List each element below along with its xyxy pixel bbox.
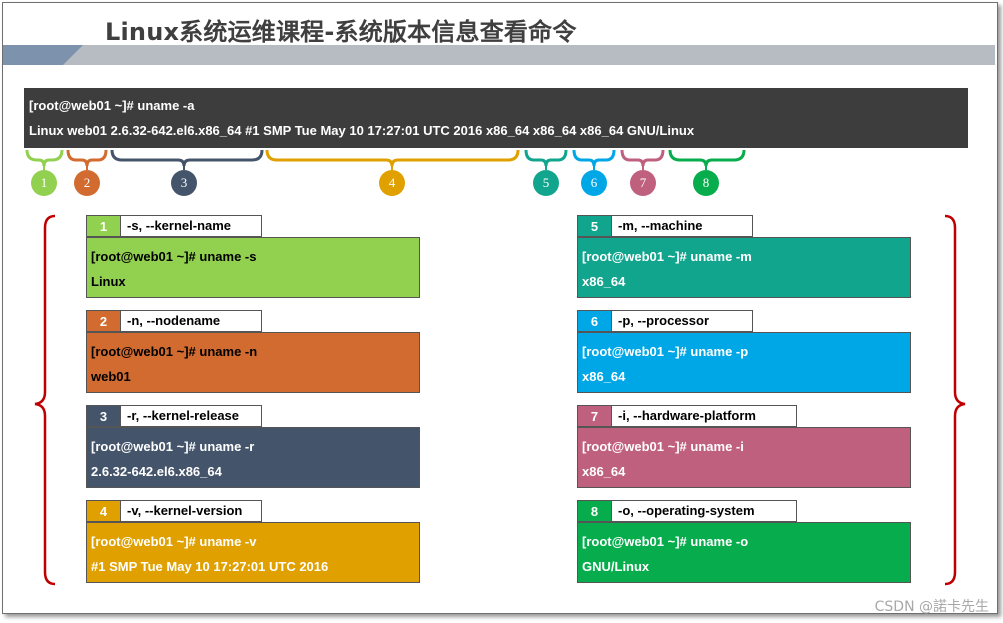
option-label: -v, --kernel-version [120,500,262,522]
terminal-output: Linux web01 2.6.32-642.el6.x86_64 #1 SMP… [29,123,695,138]
card-command: [root@web01 ~]# uname -o [582,534,749,549]
header-band-notch [63,45,83,65]
card-command: [root@web01 ~]# uname -p [582,344,749,359]
terminal-command: [root@web01 ~]# uname -a [29,98,195,113]
card-number: 5 [577,215,611,237]
card-command: [root@web01 ~]# uname -m [582,249,752,264]
card-output: x86_64 [582,274,626,289]
card-output: GNU/Linux [582,559,650,574]
card-output: Linux [91,274,126,289]
card-number: 1 [86,215,120,237]
card-number: 2 [86,310,120,332]
slide-title: Linux系统运维课程-系统版本信息查看命令 [105,18,577,46]
card-output: web01 [91,369,131,384]
option-label: -n, --nodename [120,310,262,332]
marker-1: 1 [31,170,57,196]
card-command: [root@web01 ~]# uname -v [91,534,257,549]
option-label: -s, --kernel-name [120,215,262,237]
option-label: -o, --operating-system [611,500,797,522]
card-command: [root@web01 ~]# uname -n [91,344,258,359]
card-output: 2.6.32-642.el6.x86_64 [91,464,222,479]
marker-2: 2 [74,170,100,196]
marker-7: 7 [630,170,656,196]
option-label: -i, --hardware-platform [611,405,797,427]
marker-3: 3 [171,170,197,196]
card-number: 3 [86,405,120,427]
marker-6: 6 [581,170,607,196]
card-command: [root@web01 ~]# uname -s [91,249,257,264]
marker-4: 4 [379,170,405,196]
marker-8: 8 [693,170,719,196]
header-band [83,45,995,65]
card-command: [root@web01 ~]# uname -r [91,439,255,454]
card-number: 7 [577,405,611,427]
card-number: 4 [86,500,120,522]
card-command: [root@web01 ~]# uname -i [582,439,744,454]
card-output: #1 SMP Tue May 10 17:27:01 UTC 2016 [91,559,329,574]
watermark: CSDN @諾卡先生 [874,599,989,615]
terminal-uname-a: [root@web01 ~]# uname -a Linux web01 2.6… [24,88,968,148]
card-number: 8 [577,500,611,522]
option-label: -m, --machine [611,215,753,237]
marker-5: 5 [533,170,559,196]
card-output: x86_64 [582,464,626,479]
card-number: 6 [577,310,611,332]
option-label: -r, --kernel-release [120,405,262,427]
card-output: x86_64 [582,369,626,384]
option-label: -p, --processor [611,310,753,332]
